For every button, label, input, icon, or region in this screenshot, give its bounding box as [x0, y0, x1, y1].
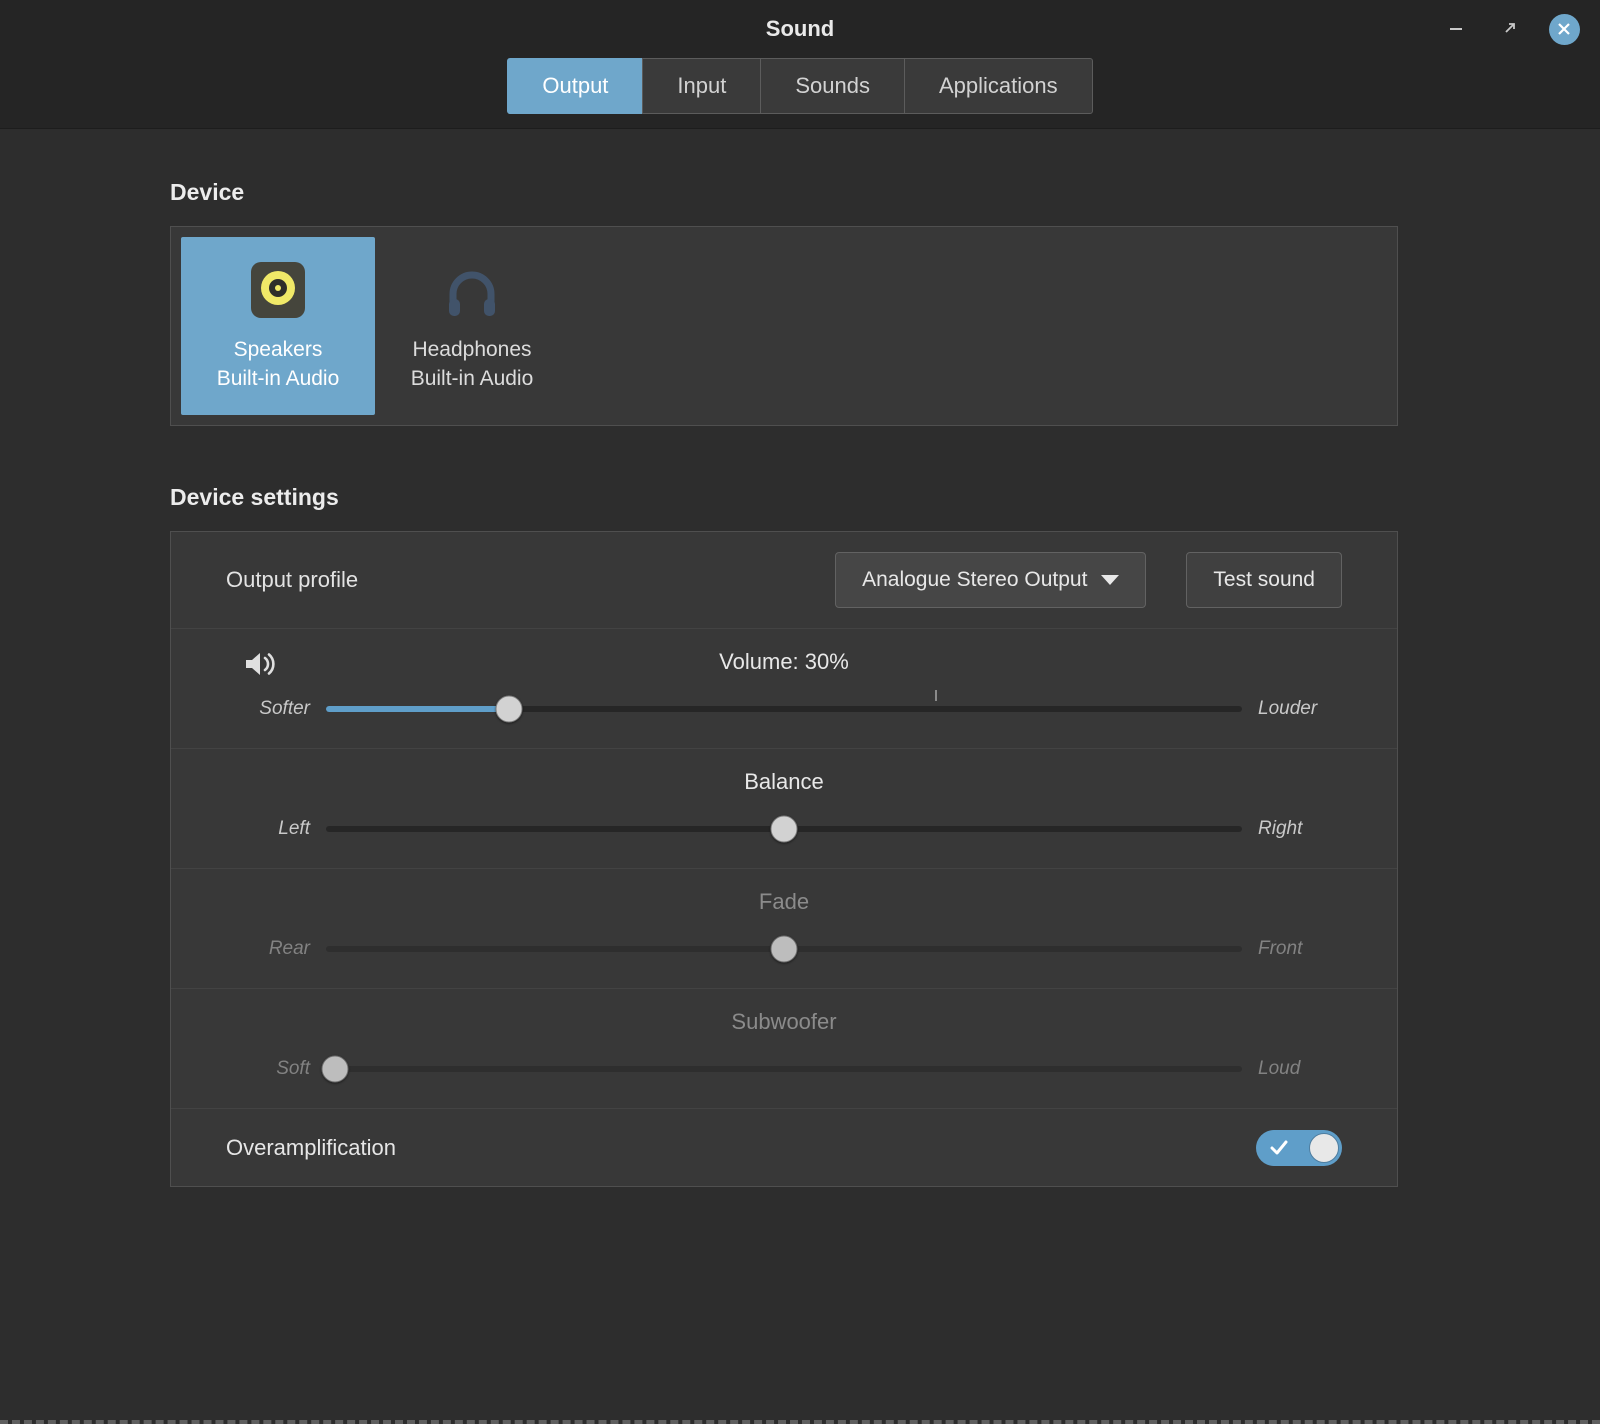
balance-label: Balance	[171, 769, 1397, 795]
subwoofer-label: Subwoofer	[171, 1009, 1397, 1035]
sound-window: Sound Outp	[0, 0, 1600, 1187]
unmaximize-icon	[1502, 20, 1518, 39]
fade-front-label: Front	[1258, 938, 1342, 960]
tab-output[interactable]: Output	[507, 58, 643, 114]
fade-label: Fade	[171, 889, 1397, 915]
volume-slider-fill	[326, 706, 509, 712]
device-settings-heading: Device settings	[170, 484, 1398, 511]
test-sound-button[interactable]: Test sound	[1186, 552, 1342, 608]
device-label: Speakers Built-in Audio	[217, 336, 340, 393]
titlebar: Sound	[0, 0, 1600, 58]
close-icon	[1549, 14, 1580, 45]
volume-slider[interactable]	[326, 695, 1242, 722]
output-profile-value: Analogue Stereo Output	[862, 568, 1087, 592]
balance-slider[interactable]	[326, 815, 1242, 842]
fade-rear-label: Rear	[226, 938, 310, 960]
subwoofer-slider-track	[326, 1066, 1242, 1072]
device-item-headphones[interactable]: Headphones Built-in Audio	[375, 237, 569, 415]
window-header: Sound Outp	[0, 0, 1600, 129]
tab-input[interactable]: Input	[642, 58, 761, 114]
device-item-speakers[interactable]: Speakers Built-in Audio	[181, 237, 375, 415]
output-profile-label: Output profile	[226, 567, 795, 593]
subwoofer-slider-handle	[322, 1055, 349, 1082]
volume-100-tick	[935, 690, 937, 701]
toggle-knob[interactable]	[1309, 1133, 1339, 1163]
subwoofer-row: Subwoofer Soft Loud	[171, 988, 1397, 1108]
volume-louder-label: Louder	[1258, 698, 1342, 720]
overamplification-row: Overamplification	[171, 1108, 1397, 1186]
volume-slider-handle[interactable]	[496, 695, 523, 722]
tab-applications[interactable]: Applications	[904, 58, 1093, 114]
device-heading: Device	[170, 179, 1398, 206]
window-bottom-edge	[0, 1420, 1600, 1424]
main-content: Device Speakers Built-in Audio	[170, 179, 1398, 1187]
device-label: Headphones Built-in Audio	[411, 336, 534, 393]
balance-slider-handle[interactable]	[771, 815, 798, 842]
subwoofer-slider	[326, 1055, 1242, 1082]
volume-row: Volume: 30% Softer Louder	[171, 628, 1397, 748]
balance-left-label: Left	[226, 818, 310, 840]
chevron-down-icon	[1101, 575, 1119, 585]
balance-row: Balance Left Right	[171, 748, 1397, 868]
headphones-icon	[441, 259, 503, 326]
minimize-button[interactable]	[1438, 11, 1474, 47]
output-profile-dropdown[interactable]: Analogue Stereo Output	[835, 552, 1146, 608]
device-list: Speakers Built-in Audio Headphones Built…	[170, 226, 1398, 426]
device-settings-panel: Output profile Analogue Stereo Output Te…	[170, 531, 1398, 1187]
volume-slider-track[interactable]	[326, 706, 1242, 712]
fade-slider-handle	[771, 935, 798, 962]
unmaximize-button[interactable]	[1492, 11, 1528, 47]
window-controls	[1438, 11, 1582, 47]
overamplification-toggle[interactable]	[1256, 1130, 1342, 1166]
balance-right-label: Right	[1258, 818, 1342, 840]
volume-icon	[243, 649, 277, 684]
tab-bar: Output Input Sounds Applications	[0, 58, 1600, 114]
window-title: Sound	[0, 16, 1600, 42]
output-profile-row: Output profile Analogue Stereo Output Te…	[171, 532, 1397, 628]
fade-slider	[326, 935, 1242, 962]
volume-label: Volume: 30%	[171, 649, 1397, 675]
speaker-icon	[247, 259, 309, 326]
minimize-icon	[1448, 20, 1464, 39]
tab-sounds[interactable]: Sounds	[760, 58, 905, 114]
close-button[interactable]	[1546, 11, 1582, 47]
fade-row: Fade Rear Front	[171, 868, 1397, 988]
check-icon	[1269, 1139, 1289, 1162]
subwoofer-loud-label: Loud	[1258, 1058, 1342, 1080]
volume-softer-label: Softer	[226, 698, 310, 720]
subwoofer-soft-label: Soft	[226, 1058, 310, 1080]
overamplification-label: Overamplification	[226, 1135, 396, 1161]
